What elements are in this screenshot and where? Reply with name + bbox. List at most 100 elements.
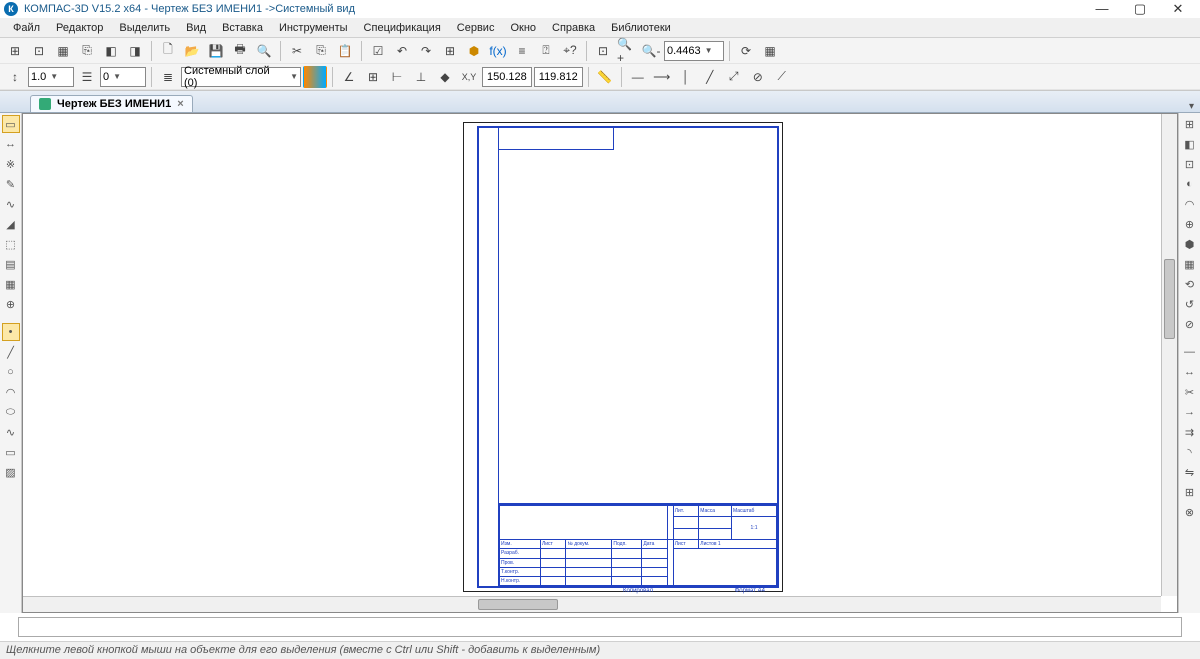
select-tool[interactable]: ⬚ bbox=[2, 235, 20, 253]
print-button[interactable]: 🖶 bbox=[229, 40, 251, 62]
layer-icon[interactable]: ☰ bbox=[76, 66, 98, 88]
ellipse-tool[interactable]: ⬭ bbox=[2, 403, 20, 421]
r-tool-11[interactable]: ⊘ bbox=[1181, 315, 1199, 333]
snap-ortho-icon[interactable]: ⊢ bbox=[386, 66, 408, 88]
line-style-4[interactable]: ╱ bbox=[699, 66, 721, 88]
r-tool-arr[interactable]: ⊞ bbox=[1181, 483, 1199, 501]
snap-angle-icon[interactable]: ∠ bbox=[338, 66, 360, 88]
r-tool-ext[interactable]: → bbox=[1181, 403, 1199, 421]
coord-x[interactable]: 150.128 bbox=[482, 67, 532, 87]
snap-local-icon[interactable]: ◆ bbox=[434, 66, 456, 88]
insert-tool[interactable]: ⊕ bbox=[2, 295, 20, 313]
cut-button[interactable]: ✂ bbox=[286, 40, 308, 62]
snap-grid-icon[interactable]: ⊞ bbox=[362, 66, 384, 88]
report-tool[interactable]: ▦ bbox=[2, 275, 20, 293]
menu-view[interactable]: Вид bbox=[179, 20, 213, 36]
r-tool-line[interactable]: — bbox=[1181, 343, 1199, 361]
help-context-icon[interactable]: ⍰ bbox=[535, 40, 557, 62]
menu-spec[interactable]: Спецификация bbox=[357, 20, 448, 36]
geometry-tool[interactable]: ▭ bbox=[2, 115, 20, 133]
properties-button[interactable]: ☑ bbox=[367, 40, 389, 62]
scrollbar-horizontal[interactable] bbox=[23, 596, 1161, 612]
new-button[interactable]: 🗋 bbox=[157, 40, 179, 62]
r-tool-10[interactable]: ↺ bbox=[1181, 295, 1199, 313]
r-tool-4[interactable]: ◐ bbox=[1181, 175, 1199, 193]
r-tool-3[interactable]: ⊡ bbox=[1181, 155, 1199, 173]
edit-tool[interactable]: ✎ bbox=[2, 175, 20, 193]
measure-icon[interactable]: 📏 bbox=[594, 66, 616, 88]
r-tool-1[interactable]: ⊞ bbox=[1181, 115, 1199, 133]
symbols-tool[interactable]: ※ bbox=[2, 155, 20, 173]
snap-perp-icon[interactable]: ⊥ bbox=[410, 66, 432, 88]
zoom-window-icon[interactable]: ⊡ bbox=[592, 40, 614, 62]
r-tool-off[interactable]: ⇉ bbox=[1181, 423, 1199, 441]
vars-icon[interactable]: ≡ bbox=[511, 40, 533, 62]
close-button[interactable]: ✕ bbox=[1168, 1, 1188, 17]
menu-window[interactable]: Окно bbox=[503, 20, 543, 36]
zoom-in-icon[interactable]: 🔍+ bbox=[616, 40, 638, 62]
save-button[interactable]: 💾 bbox=[205, 40, 227, 62]
menu-editor[interactable]: Редактор bbox=[49, 20, 110, 36]
r-tool-mir[interactable]: ⇋ bbox=[1181, 463, 1199, 481]
library-icon[interactable]: ⬢ bbox=[463, 40, 485, 62]
menu-insert[interactable]: Вставка bbox=[215, 20, 270, 36]
r-tool-2[interactable]: ◧ bbox=[1181, 135, 1199, 153]
measure-tool[interactable]: ◢ bbox=[2, 215, 20, 233]
r-tool-dim[interactable]: ↔ bbox=[1181, 363, 1199, 381]
menu-select[interactable]: Выделить bbox=[112, 20, 177, 36]
arc-tool[interactable]: ◠ bbox=[2, 383, 20, 401]
line-style-3[interactable]: │ bbox=[675, 66, 697, 88]
layers-button[interactable]: ≣ bbox=[157, 66, 179, 88]
zoom-combo[interactable]: 0.4463▼ bbox=[664, 41, 724, 61]
scale-combo[interactable]: 1.0▼ bbox=[28, 67, 74, 87]
whatsthis-icon[interactable]: ⌖? bbox=[559, 40, 581, 62]
r-tool-8[interactable]: ▦ bbox=[1181, 255, 1199, 273]
paste-button[interactable]: 📋 bbox=[334, 40, 356, 62]
message-bar[interactable] bbox=[18, 617, 1182, 637]
spline-tool[interactable]: ∿ bbox=[2, 423, 20, 441]
spec-tool[interactable]: ▤ bbox=[2, 255, 20, 273]
calc-icon[interactable]: ⊞ bbox=[439, 40, 461, 62]
open-button[interactable]: 📂 bbox=[181, 40, 203, 62]
r-tool-last[interactable]: ⊗ bbox=[1181, 503, 1199, 521]
copy-button[interactable]: ⎘ bbox=[310, 40, 332, 62]
line-style-6[interactable]: ⊘ bbox=[747, 66, 769, 88]
refresh-icon[interactable]: ⟳ bbox=[735, 40, 757, 62]
r-tool-9[interactable]: ⟲ bbox=[1181, 275, 1199, 293]
document-tab[interactable]: Чертеж БЕЗ ИМЕНИ1 × bbox=[30, 95, 193, 112]
r-tool-5[interactable]: ◠ bbox=[1181, 195, 1199, 213]
maximize-button[interactable]: ▢ bbox=[1130, 1, 1150, 17]
fx-icon[interactable]: f(x) bbox=[487, 40, 509, 62]
zoom-out-icon[interactable]: 🔍- bbox=[640, 40, 662, 62]
hatch-tool[interactable]: ▨ bbox=[2, 463, 20, 481]
menu-file[interactable]: Файл bbox=[6, 20, 47, 36]
point-tool[interactable]: • bbox=[2, 323, 20, 341]
step-icon[interactable]: ↕ bbox=[4, 66, 26, 88]
dimensions-tool[interactable]: ↔ bbox=[2, 135, 20, 153]
tabs-overflow[interactable]: ▾ bbox=[1183, 101, 1200, 112]
view-tool-5[interactable]: ◧ bbox=[100, 40, 122, 62]
line-style-2[interactable]: ⟶ bbox=[651, 66, 673, 88]
params-tool[interactable]: ∿ bbox=[2, 195, 20, 213]
menu-service[interactable]: Сервис bbox=[450, 20, 502, 36]
menu-libs[interactable]: Библиотеки bbox=[604, 20, 678, 36]
line-style-7[interactable]: ⟋ bbox=[771, 66, 793, 88]
redo-button[interactable]: ↷ bbox=[415, 40, 437, 62]
redraw-icon[interactable]: ▦ bbox=[759, 40, 781, 62]
circle-tool[interactable]: ○ bbox=[2, 363, 20, 381]
r-tool-7[interactable]: ⬢ bbox=[1181, 235, 1199, 253]
r-tool-6[interactable]: ⊕ bbox=[1181, 215, 1199, 233]
canvas[interactable]: Лит.МассаМасштаб 1:1 Изм.Лист№ докум.Под… bbox=[22, 113, 1178, 613]
r-tool-fil[interactable]: ◝ bbox=[1181, 443, 1199, 461]
undo-button[interactable]: ↶ bbox=[391, 40, 413, 62]
line-style-5[interactable]: ⤢ bbox=[723, 66, 745, 88]
scrollbar-vertical[interactable] bbox=[1161, 114, 1177, 596]
view-tool-2[interactable]: ⊡ bbox=[28, 40, 50, 62]
tab-close-icon[interactable]: × bbox=[177, 98, 183, 110]
view-tool-3[interactable]: ▦ bbox=[52, 40, 74, 62]
preview-button[interactable]: 🔍 bbox=[253, 40, 275, 62]
r-tool-trim[interactable]: ✂ bbox=[1181, 383, 1199, 401]
view-tool-6[interactable]: ◨ bbox=[124, 40, 146, 62]
view-tool-4[interactable]: ⎘ bbox=[76, 40, 98, 62]
layer-combo[interactable]: Системный слой (0)▼ bbox=[181, 67, 301, 87]
